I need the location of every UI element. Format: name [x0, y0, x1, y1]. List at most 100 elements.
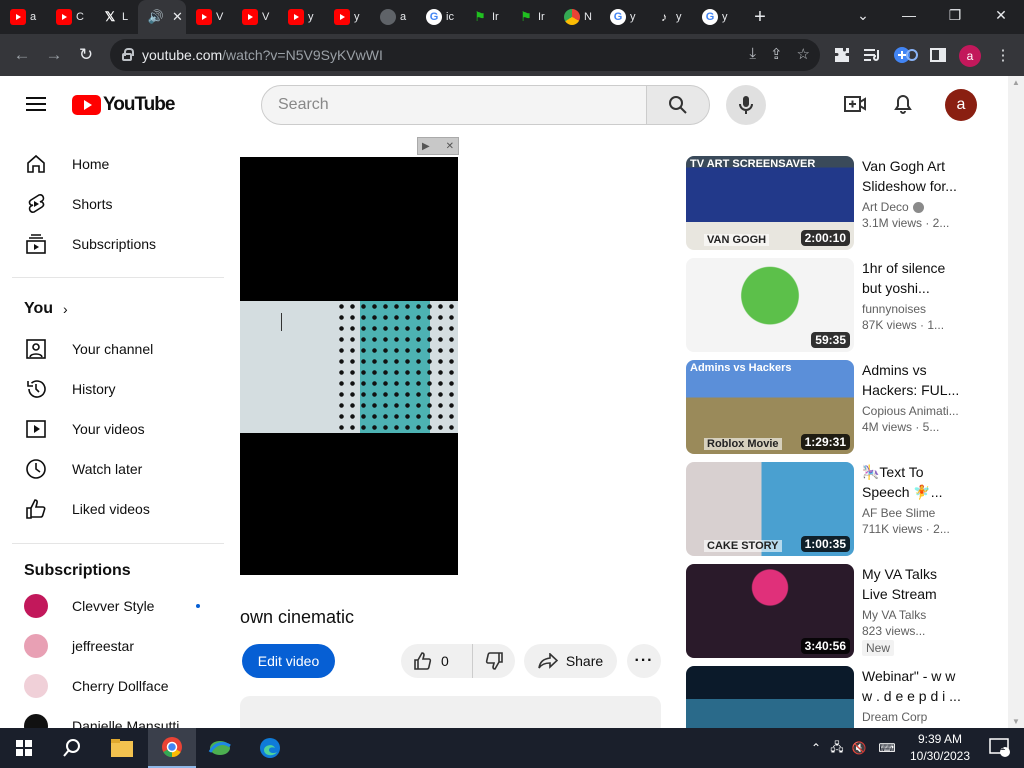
subscription-item[interactable]: Danielle Mansutti — [12, 706, 224, 728]
sidebar-item-history[interactable]: History — [12, 369, 224, 409]
new-content-dot — [196, 604, 200, 608]
google-icon: G — [426, 9, 442, 25]
sidebar-item-home[interactable]: Home — [12, 144, 224, 184]
clock-date: 10/30/2023 — [909, 749, 971, 763]
sidebar-item-liked-videos[interactable]: Liked videos — [12, 489, 224, 529]
subscription-item[interactable]: Clevver Style — [12, 586, 224, 626]
hamburger-menu-icon[interactable] — [26, 97, 46, 111]
channel-avatar — [24, 634, 48, 658]
volume-muted-icon[interactable]: 🔇 — [848, 741, 870, 755]
sidebar-item-label: Watch later — [72, 461, 143, 477]
taskbar-clock[interactable]: 9:39 AM 10/30/2023 — [908, 731, 972, 765]
sidebar-item-watch-later[interactable]: Watch later — [12, 449, 224, 489]
subscription-item[interactable]: jeffreestar — [12, 626, 224, 666]
tab-title: V — [216, 11, 224, 23]
file-explorer-icon[interactable] — [98, 728, 146, 768]
new-tab-icon[interactable]: + — [744, 6, 776, 29]
browser-tab[interactable]: Gic — [416, 0, 462, 34]
side-panel-icon[interactable] — [925, 40, 951, 70]
action-center-icon[interactable]: 1 — [976, 728, 1024, 768]
sidebar-item-label: Liked videos — [72, 501, 150, 517]
edge-browser-icon[interactable] — [246, 728, 294, 768]
address-bar[interactable]: youtube.com/watch?v=N5V9SyKVwWI ⤓ ⇪ ☆ — [110, 39, 820, 71]
sidebar-item-label: Shorts — [72, 196, 113, 212]
browser-tab[interactable]: y — [278, 0, 324, 34]
network-status-icon[interactable]: 🖧 — [826, 738, 848, 759]
tab-title: L — [122, 11, 129, 23]
lock-icon[interactable] — [122, 47, 134, 61]
chrome-labs-icon[interactable] — [892, 40, 918, 70]
divider — [12, 277, 224, 278]
scroll-up-arrow-icon[interactable]: ▲ — [1012, 78, 1020, 87]
browser-menu-icon[interactable]: ⋮ — [990, 40, 1016, 70]
extensions-icon[interactable] — [829, 40, 855, 70]
sidebar-item-your-channel[interactable]: Your channel — [12, 329, 224, 369]
tab-title: ic — [446, 11, 454, 23]
url-text: youtube.com/watch?v=N5V9SyKVwWI — [142, 47, 383, 63]
tab-title: Ir — [492, 11, 499, 23]
you-section-header[interactable]: You › — [12, 289, 224, 329]
tiktok-icon: ♪ — [661, 10, 667, 24]
browser-tab[interactable]: Gy — [692, 0, 738, 34]
tray-chevron-up-icon[interactable]: ⌃ — [806, 741, 826, 755]
keyboard-icon[interactable]: ⌨ — [870, 741, 904, 755]
chrome-taskbar-icon[interactable] — [148, 728, 196, 768]
browser-tab[interactable]: V — [232, 0, 278, 34]
tab-title: C — [76, 11, 84, 23]
system-tray: ⌃ 🖧 🔇 ⌨ — [806, 728, 904, 768]
close-window-icon[interactable]: ✕ — [978, 0, 1024, 30]
sidebar-item-label: History — [72, 381, 116, 397]
x-icon: 𝕏 — [104, 9, 116, 24]
google-icon: G — [702, 9, 718, 25]
url-path: /watch?v=N5V9SyKVwWI — [222, 47, 383, 63]
browser-tab[interactable]: a — [0, 0, 46, 34]
tab-title: y — [722, 11, 728, 23]
browser-tab[interactable]: 𝕏L — [92, 0, 138, 34]
flag-icon: ⚑ — [474, 9, 486, 24]
drawer-scrim[interactable] — [240, 76, 1008, 728]
share-page-icon[interactable]: ⇪ — [770, 45, 783, 63]
bookmark-star-icon[interactable]: ☆ — [797, 45, 810, 63]
sidebar-item-label: Your channel — [72, 341, 154, 357]
sidebar-item-subscriptions[interactable]: Subscriptions — [12, 224, 224, 264]
sidebar-item-label: Your videos — [72, 421, 145, 437]
tab-search-icon[interactable]: ⌄ — [840, 0, 886, 30]
browser-tab[interactable]: V — [186, 0, 232, 34]
shorts-icon — [24, 192, 48, 216]
divider — [12, 543, 224, 544]
google-icon: G — [610, 9, 626, 25]
scroll-down-arrow-icon[interactable]: ▼ — [1012, 717, 1020, 726]
network-app-icon[interactable] — [196, 728, 244, 768]
drawer-header: YouTube — [0, 76, 240, 132]
youtube-icon — [10, 9, 26, 25]
media-queue-icon[interactable] — [860, 40, 886, 70]
forward-icon[interactable]: → — [38, 39, 70, 71]
restore-icon[interactable]: ❐ — [932, 0, 978, 30]
browser-tab[interactable]: ⚑ Ir — [508, 0, 554, 34]
browser-tab[interactable]: ♪ y — [646, 0, 692, 34]
browser-tab[interactable]: a — [370, 0, 416, 34]
taskbar-search-icon[interactable] — [48, 728, 96, 768]
youtube-logo[interactable]: YouTube — [72, 94, 175, 116]
browser-tab[interactable]: y — [324, 0, 370, 34]
browser-tab[interactable]: N — [554, 0, 600, 34]
sidebar-item-shorts[interactable]: Shorts — [12, 184, 224, 224]
subscription-item[interactable]: Cherry Dollface — [12, 666, 224, 706]
browser-tab[interactable]: C — [46, 0, 92, 34]
minimize-icon[interactable]: — — [886, 0, 932, 30]
channel-avatar — [24, 594, 48, 618]
install-app-icon[interactable]: ⤓ — [749, 45, 756, 63]
sidebar-item-your-videos[interactable]: Your videos — [12, 409, 224, 449]
back-icon[interactable]: ← — [6, 39, 38, 71]
browser-tab[interactable]: Gy — [600, 0, 646, 34]
browser-profile-avatar[interactable]: a — [959, 45, 981, 67]
tab-title: N — [584, 11, 592, 23]
windows-start-icon[interactable] — [0, 728, 48, 768]
browser-tab[interactable]: ⚑ Ir — [462, 0, 508, 34]
page-scrollbar[interactable]: ▲ ▼ — [1008, 76, 1024, 728]
subscription-name: Cherry Dollface — [72, 678, 169, 694]
reload-icon[interactable]: ↻ — [70, 39, 102, 71]
tab-close-icon[interactable]: ✕ — [172, 9, 183, 25]
tab-title: a — [30, 11, 37, 23]
browser-tab[interactable]: 🔊 ✕ — [138, 0, 186, 34]
